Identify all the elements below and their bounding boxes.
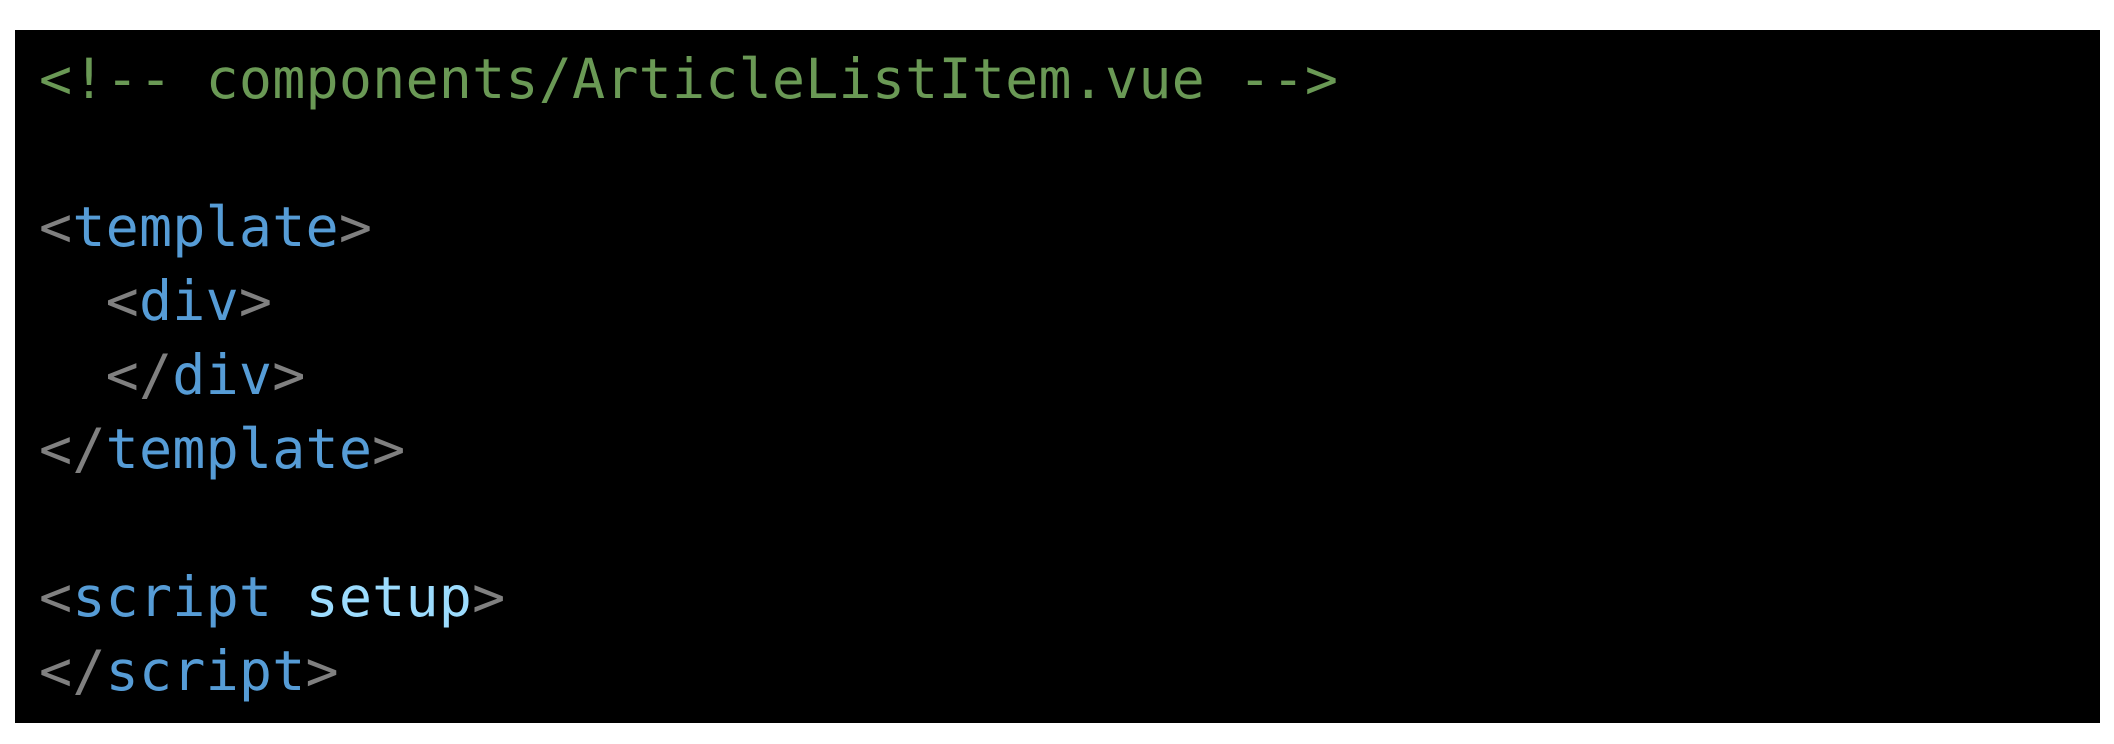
tag-open-bracket: < (39, 195, 73, 259)
tag-open-bracket: </ (39, 417, 106, 481)
tag-open-bracket: < (105, 269, 139, 333)
tag-open-bracket: </ (39, 639, 106, 703)
tag-name: div (138, 269, 239, 333)
tag-open-bracket: < (39, 565, 73, 629)
tag-name: div (172, 343, 273, 407)
comment-text: <!-- components/ArticleListItem.vue --> (39, 47, 1339, 111)
tag-name: template (105, 417, 373, 481)
tag-open-bracket: </ (105, 343, 173, 407)
tag-close-bracket: > (472, 565, 506, 629)
tag-close-bracket: > (272, 343, 306, 407)
code-line-template-open: <template> (39, 190, 2100, 264)
code-line-script-open: <script setup> (39, 560, 2100, 634)
tag-name: script (72, 565, 273, 629)
code-line-comment: <!-- components/ArticleListItem.vue --> (39, 42, 2100, 116)
tag-close-bracket: > (305, 639, 339, 703)
tag-close-bracket: > (338, 195, 373, 259)
tag-close-bracket: > (372, 417, 406, 481)
code-line-template-close: </template> (39, 412, 2100, 486)
code-line-script-close: </script> (39, 634, 2100, 708)
tag-name: template (72, 195, 339, 259)
attribute-name: setup (305, 565, 473, 629)
code-line-div-close: </div> (39, 338, 2100, 412)
code-block: <!-- components/ArticleListItem.vue --> … (15, 30, 2100, 723)
tag-close-bracket: > (238, 269, 273, 333)
code-line-div-open: <div> (39, 264, 2100, 338)
tag-name: script (105, 639, 306, 703)
